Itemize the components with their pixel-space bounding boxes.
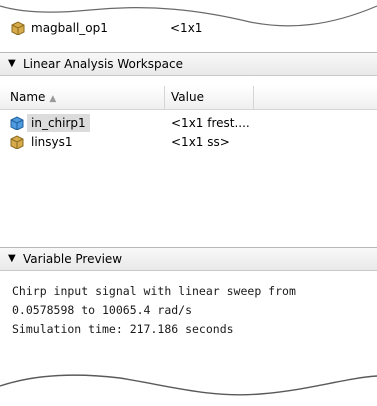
spacer	[0, 40, 377, 50]
row-name: linsys1	[31, 135, 73, 149]
table-row[interactable]: in_chirp1 <1x1 frest....	[0, 114, 377, 132]
item-name: magball_op1	[31, 21, 108, 35]
column-header-value[interactable]: Value	[165, 86, 254, 109]
sort-ascending-icon: ▲	[49, 94, 57, 104]
preview-line: 0.0578598 to 10065.4 rad/s	[12, 303, 193, 317]
table-row[interactable]: linsys1 <1x1 ss>	[0, 133, 377, 151]
workspace-title: Linear Analysis Workspace	[23, 57, 183, 71]
column-value-label: Value	[171, 90, 204, 104]
collapse-triangle-icon[interactable]: ▼	[8, 58, 16, 69]
workspace-section-header[interactable]: ▼ Linear Analysis Workspace	[0, 52, 377, 76]
variable-preview-header[interactable]: ▼ Variable Preview	[0, 247, 377, 271]
object-icon	[10, 21, 26, 38]
column-name-label: Name	[10, 90, 46, 104]
row-value: <1x1 ss>	[171, 135, 230, 149]
column-header-name[interactable]: Name ▲	[0, 86, 165, 109]
variable-preview-text: Chirp input signal with linear sweep fro…	[12, 282, 296, 339]
object-icon	[10, 135, 25, 152]
item-value: <1x1	[170, 21, 203, 35]
workspace-table-header: Name ▲ Value	[0, 86, 377, 110]
workspace-item-magball-op1[interactable]: magball_op1 <1x1	[0, 20, 377, 40]
collapse-triangle-icon[interactable]: ▼	[8, 253, 16, 264]
variable-preview-title: Variable Preview	[23, 252, 123, 266]
preview-line: Chirp input signal with linear sweep fro…	[12, 284, 296, 298]
preview-line: Simulation time: 217.186 seconds	[12, 322, 234, 336]
row-name: in_chirp1	[27, 114, 90, 132]
chirp-object-icon	[10, 116, 25, 133]
row-value: <1x1 frest....	[171, 116, 250, 130]
torn-edge-bottom	[0, 374, 377, 406]
